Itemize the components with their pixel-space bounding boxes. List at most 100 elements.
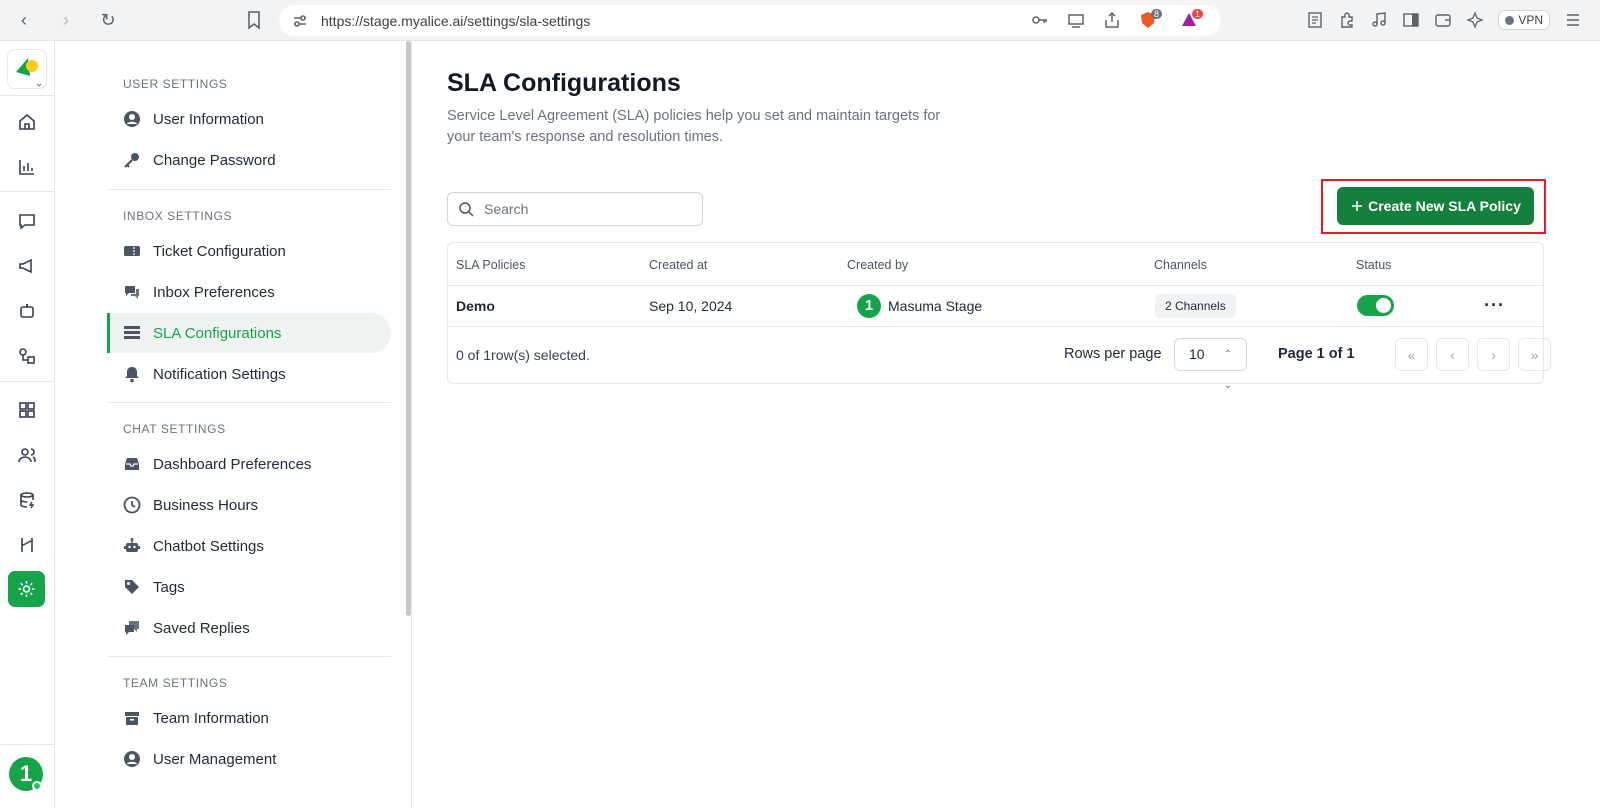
app-rail: 1 bbox=[0, 41, 55, 808]
sidebar-item-business-hours[interactable]: Business Hours bbox=[107, 485, 391, 525]
sidebar-item-sla-configurations[interactable]: SLA Configurations bbox=[107, 313, 391, 353]
browser-nav: ‹ › ↻ bbox=[14, 9, 118, 31]
wallet-icon[interactable] bbox=[1434, 11, 1452, 29]
section-title-inbox-settings: INBOX SETTINGS bbox=[123, 209, 233, 223]
sidebar-toggle-icon[interactable] bbox=[1402, 11, 1420, 29]
brave-badge: 8 bbox=[1150, 9, 1162, 19]
column-header-created-at[interactable]: Created at bbox=[649, 258, 707, 272]
workflow-icon[interactable] bbox=[17, 346, 37, 366]
column-header-status[interactable]: Status bbox=[1356, 258, 1391, 272]
rows-per-page-select[interactable]: 10 ⌃ ⌄ bbox=[1174, 338, 1247, 391]
chevron-right-icon: › bbox=[1491, 346, 1496, 363]
channels-badge[interactable]: 2 Channels bbox=[1155, 294, 1236, 318]
page-title: SLA Configurations bbox=[447, 69, 681, 97]
vpn-button[interactable]: VPN bbox=[1498, 10, 1550, 30]
reader-icon[interactable] bbox=[1306, 11, 1324, 29]
create-sla-policy-button[interactable]: Create New SLA Policy bbox=[1337, 187, 1534, 225]
sidebar-divider bbox=[107, 656, 391, 657]
sidebar-item-label: User Management bbox=[153, 750, 277, 768]
page-indicator: Page 1 of 1 bbox=[1278, 346, 1355, 362]
bookmark-icon[interactable] bbox=[246, 10, 262, 30]
key-icon bbox=[123, 151, 141, 169]
policy-name[interactable]: Demo bbox=[456, 298, 495, 314]
vpn-status-icon bbox=[1505, 15, 1515, 25]
double-chevron-left-icon: « bbox=[1407, 346, 1416, 363]
share-icon[interactable] bbox=[1103, 11, 1121, 29]
url-text[interactable]: https://stage.myalice.ai/settings/sla-se… bbox=[321, 13, 590, 29]
cast-icon[interactable] bbox=[1067, 11, 1085, 29]
sidebar-item-label: User Information bbox=[153, 110, 264, 128]
workspace-logo[interactable] bbox=[7, 49, 47, 89]
prev-page-button[interactable]: ‹ bbox=[1436, 338, 1469, 371]
sidebar-item-user-information[interactable]: User Information bbox=[107, 99, 391, 139]
settings-nav-button[interactable] bbox=[8, 571, 45, 607]
ticket-icon bbox=[123, 242, 141, 260]
bell-icon bbox=[123, 365, 141, 383]
column-header-sla-policies[interactable]: SLA Policies bbox=[456, 258, 525, 272]
bot-icon[interactable] bbox=[17, 301, 37, 321]
sidebar-item-dashboard-preferences[interactable]: Dashboard Preferences bbox=[107, 444, 391, 484]
next-page-button[interactable]: › bbox=[1477, 338, 1510, 371]
analytics-icon[interactable] bbox=[17, 157, 37, 177]
section-title-team-settings: TEAM SETTINGS bbox=[123, 676, 228, 690]
rail-divider bbox=[0, 191, 55, 192]
menu-icon[interactable] bbox=[1564, 11, 1582, 29]
settings-gear-icon bbox=[18, 581, 35, 597]
user-circle-icon bbox=[123, 750, 141, 768]
sidebar-item-saved-replies[interactable]: Saved Replies bbox=[107, 608, 391, 648]
sidebar-item-change-password[interactable]: Change Password bbox=[107, 140, 391, 180]
tag-icon bbox=[123, 578, 141, 596]
leo-ai-icon[interactable] bbox=[1466, 11, 1485, 29]
integrations-grid-icon[interactable] bbox=[17, 400, 37, 420]
sidebar-item-tags[interactable]: Tags bbox=[107, 567, 391, 607]
column-header-created-by[interactable]: Created by bbox=[847, 258, 908, 272]
sidebar-item-label: SLA Configurations bbox=[153, 324, 282, 342]
extensions-icon[interactable] bbox=[1338, 11, 1356, 29]
first-page-button[interactable]: « bbox=[1395, 338, 1428, 371]
chat-bubbles-icon bbox=[123, 283, 141, 301]
settings-sidebar: USER SETTINGS User Information Change Pa… bbox=[55, 41, 411, 808]
creator-avatar: 1 bbox=[857, 294, 881, 318]
column-header-channels[interactable]: Channels bbox=[1154, 258, 1207, 272]
automation-icon[interactable] bbox=[17, 535, 37, 555]
sidebar-item-user-management[interactable]: User Management bbox=[107, 739, 391, 779]
sidebar-divider bbox=[107, 189, 391, 190]
sidebar-divider bbox=[107, 402, 391, 403]
broadcast-icon[interactable] bbox=[17, 256, 37, 276]
page-description: Service Level Agreement (SLA) policies h… bbox=[447, 108, 941, 145]
double-chevron-right-icon: » bbox=[1530, 346, 1539, 363]
sidebar-item-ticket-configuration[interactable]: Ticket Configuration bbox=[107, 231, 391, 271]
created-by-value: Masuma Stage bbox=[888, 298, 983, 314]
reload-icon[interactable]: ↻ bbox=[98, 10, 118, 31]
customers-icon[interactable] bbox=[17, 445, 37, 465]
last-page-button[interactable]: » bbox=[1518, 338, 1551, 371]
media-icon[interactable] bbox=[1370, 11, 1388, 29]
table-row[interactable]: Demo Sep 10, 2024 1 Masuma Stage 2 Chann… bbox=[448, 286, 1543, 327]
sidebar-item-label: Dashboard Preferences bbox=[153, 455, 312, 473]
status-toggle[interactable] bbox=[1357, 295, 1394, 316]
sidebar-item-inbox-preferences[interactable]: Inbox Preferences bbox=[107, 272, 391, 312]
data-lab-icon[interactable] bbox=[17, 490, 37, 510]
myalice-logo-icon bbox=[16, 58, 42, 87]
key-icon[interactable] bbox=[1031, 11, 1049, 29]
site-settings-icon[interactable] bbox=[291, 12, 309, 30]
search-box[interactable] bbox=[447, 192, 703, 226]
search-input[interactable] bbox=[484, 201, 684, 217]
sidebar-item-label: Change Password bbox=[153, 151, 276, 169]
inbox-chat-icon[interactable] bbox=[17, 211, 37, 231]
sidebar-item-label: Business Hours bbox=[153, 496, 259, 514]
search-icon bbox=[459, 202, 474, 217]
sidebar-item-label: Saved Replies bbox=[153, 619, 250, 637]
robot-icon bbox=[123, 537, 141, 555]
forward-icon[interactable]: › bbox=[56, 10, 76, 31]
user-circle-icon bbox=[123, 110, 141, 128]
address-bar[interactable]: https://stage.myalice.ai/settings/sla-se… bbox=[279, 5, 1221, 36]
sidebar-item-label: Tags bbox=[153, 578, 185, 596]
sidebar-item-team-information[interactable]: Team Information bbox=[107, 698, 391, 738]
home-icon[interactable] bbox=[17, 112, 37, 132]
main-content: SLA Configurations Service Level Agreeme… bbox=[411, 41, 1600, 808]
back-icon[interactable]: ‹ bbox=[14, 10, 34, 31]
sidebar-item-notification-settings[interactable]: Notification Settings bbox=[107, 354, 391, 394]
sidebar-item-chatbot-settings[interactable]: Chatbot Settings bbox=[107, 526, 391, 566]
more-actions-icon[interactable]: ··· bbox=[1484, 295, 1505, 316]
